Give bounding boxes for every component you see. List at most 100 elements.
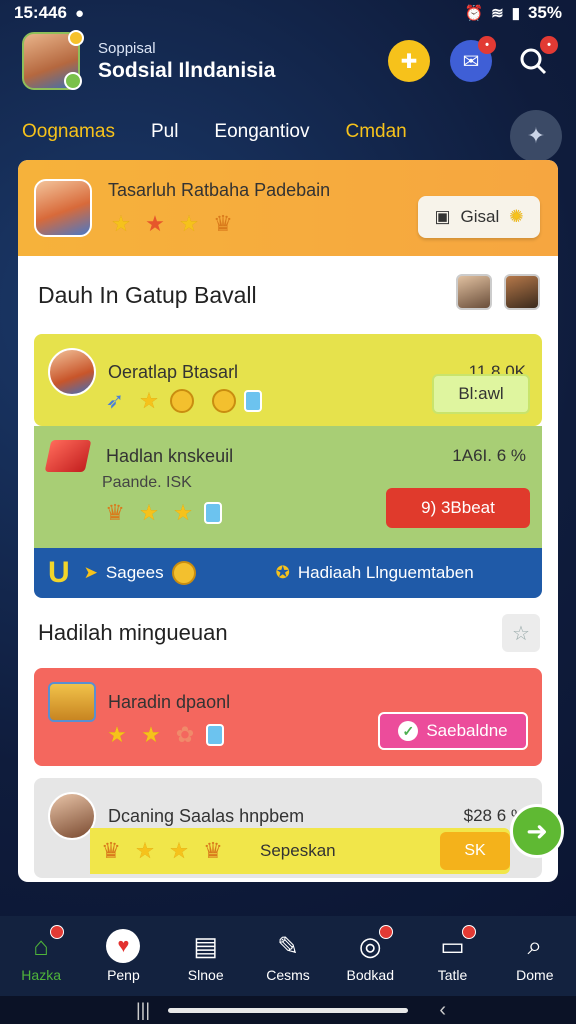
- heart-icon: ♥: [106, 929, 141, 963]
- row-reward-icons: ♛ ★ ★ ♛: [98, 838, 226, 864]
- nav-label: Tatle: [437, 967, 468, 983]
- system-gesture-bar: ||| ‹: [0, 996, 576, 1024]
- battery-level: 35%: [527, 3, 562, 22]
- list-item[interactable]: Oeratlap Btasarl 11.8 0K ➶ ★ Bl:awl: [34, 334, 542, 426]
- nav-item-favorites[interactable]: ♥ Penp: [83, 929, 163, 983]
- signal-icon: ▮: [511, 5, 520, 22]
- flower-icon: ✿: [175, 722, 195, 747]
- status-time: 15:446: [14, 3, 67, 22]
- nav-item-search[interactable]: ⌕ Dome: [495, 929, 575, 983]
- nav-label: Cesms: [266, 967, 310, 983]
- recents-icon[interactable]: |||: [136, 1000, 150, 1021]
- settings-icon: ✦: [526, 123, 546, 148]
- coin-icon: [171, 561, 196, 585]
- row-avatar: [48, 792, 96, 840]
- treasure-chest-icon: [48, 682, 96, 722]
- star-icon: ★: [139, 388, 159, 413]
- level-badge-icon: [68, 30, 84, 46]
- plus-icon: ✚: [400, 50, 418, 73]
- pink-action-label: Saebaldne: [426, 721, 508, 740]
- section-title: Dauh In Gatup Bavall: [18, 256, 558, 334]
- list-item[interactable]: Hadlan knskeuil 1A6I. 6 % Paande. ISK ♛ …: [34, 426, 542, 548]
- category-tabs: Oognamas Pul Eongantiov Cmdan ✦: [22, 110, 562, 162]
- nav-item-target[interactable]: ◎ Bodkad: [330, 925, 410, 983]
- rewards-bar[interactable]: U ➤ Sagees ✪ Hadiaah Llnguemtaben: [34, 548, 542, 598]
- rewards-bar-right-label: Hadiaah Llnguemtaben: [297, 563, 474, 582]
- list-item[interactable]: Dcaning Saalas hnpbem $28 6 % ♛ ★ ★ ♛ Se…: [34, 778, 542, 878]
- add-button[interactable]: ✚: [388, 40, 430, 82]
- gisal-button-label: Gisal: [460, 207, 500, 226]
- status-bar: 15:446 ● ⏰ ≋ ▮ 35%: [0, 0, 576, 26]
- sparkle-icon: ✺: [509, 207, 524, 226]
- nav-label: Penp: [107, 967, 140, 983]
- star-icon: ★: [107, 722, 127, 747]
- target-icon: ◎: [353, 925, 394, 963]
- star-icon: ★: [145, 210, 165, 236]
- gem-icon: [204, 502, 222, 524]
- star-icon: ★: [173, 500, 193, 525]
- medal-icon: ✪: [275, 563, 290, 582]
- nav-item-edit[interactable]: ✎ Cesms: [248, 929, 328, 984]
- camera-icon: ▣: [434, 207, 451, 226]
- member-avatar[interactable]: [456, 274, 492, 310]
- wifi-icon: ≋: [491, 5, 504, 22]
- star-icon: ★: [179, 210, 199, 236]
- search-icon: ⌕: [527, 930, 543, 960]
- nav-item-home[interactable]: ⌂ Hazka: [1, 925, 81, 983]
- search-notification-badge: •: [540, 36, 558, 54]
- gisal-button[interactable]: ▣ Gisal ✺: [418, 196, 540, 238]
- character-avatar: [34, 179, 92, 237]
- nav-label: Dome: [516, 967, 554, 983]
- nav-label: Slnoe: [187, 967, 224, 983]
- row-value: 1A6I. 6 %: [452, 446, 526, 465]
- tab-3[interactable]: Cmdan: [346, 121, 407, 143]
- chat-button[interactable]: ✉ •: [450, 36, 496, 82]
- coin-icon: [212, 389, 236, 413]
- status-right: ⏰ ≋ ▮ 35%: [464, 3, 562, 23]
- section-avatars: [456, 274, 540, 310]
- tab-1[interactable]: Pul: [151, 121, 178, 143]
- star-icon: ★: [135, 838, 155, 863]
- row-action-button[interactable]: Bl:awl: [432, 374, 530, 414]
- back-icon[interactable]: ‹: [439, 999, 446, 1022]
- progress-bar: ♛ ★ ★ ♛ Sepeskan SK: [90, 828, 510, 874]
- gem-icon: [206, 724, 224, 746]
- tab-0[interactable]: Oognamas: [22, 121, 115, 143]
- status-left: 15:446 ●: [14, 3, 84, 23]
- nav-item-tv[interactable]: ▭ Tatle: [413, 925, 493, 983]
- muffin-icon: ♛: [105, 500, 125, 525]
- pen-icon: ✎: [277, 930, 299, 961]
- nav-item-document[interactable]: ▤ Slnoe: [166, 929, 246, 984]
- muffin-icon: ♛: [203, 838, 223, 863]
- star-icon: ★: [169, 838, 189, 863]
- tab-2[interactable]: Eongantiov: [214, 121, 309, 143]
- ruby-icon: [44, 440, 92, 472]
- profile-avatar[interactable]: [22, 30, 84, 90]
- search-button[interactable]: •: [512, 36, 558, 82]
- tab-options-button[interactable]: ✦: [510, 110, 562, 162]
- notification-dot: [50, 925, 65, 939]
- subsection-options-button[interactable]: ☆: [502, 614, 540, 652]
- row-action-button[interactable]: 9) 3Bbeat: [386, 488, 530, 528]
- message-icon: ●: [74, 4, 84, 22]
- row-title: Hadlan knskeuil: [106, 445, 234, 466]
- member-avatar[interactable]: [504, 274, 540, 310]
- notification-dot: [379, 925, 394, 939]
- chat-icon: ✉: [462, 50, 480, 73]
- list-item[interactable]: Haradin dpaonl ★ ★ ✿ ✓ Saebaldne: [34, 668, 542, 766]
- row-head: Hadlan knskeuil 1A6I. 6 %: [44, 440, 526, 472]
- app-header: Soppisal Sodsial Ilndanisia ✚ ✉ • •: [0, 26, 576, 96]
- row-title: Oeratlap Btasarl: [108, 361, 239, 382]
- subsection-title-text: Hadilah mingueuan: [38, 620, 228, 645]
- home-gesture-pill[interactable]: [168, 1007, 408, 1013]
- header-title: Sodsial Ilndanisia: [98, 58, 276, 82]
- chat-notification-badge: •: [478, 36, 496, 54]
- row-action-label: 9) 3Bbeat: [421, 498, 495, 517]
- pink-action-button[interactable]: ✓ Saebaldne: [378, 712, 528, 750]
- orange-action-label: SK: [464, 842, 486, 859]
- row-title: Dcaning Saalas hnpbem: [108, 805, 305, 826]
- orange-action-button[interactable]: SK: [440, 832, 510, 870]
- star-icon: ★: [139, 500, 159, 525]
- next-button[interactable]: ➜: [510, 804, 564, 858]
- gem-icon: [244, 390, 262, 412]
